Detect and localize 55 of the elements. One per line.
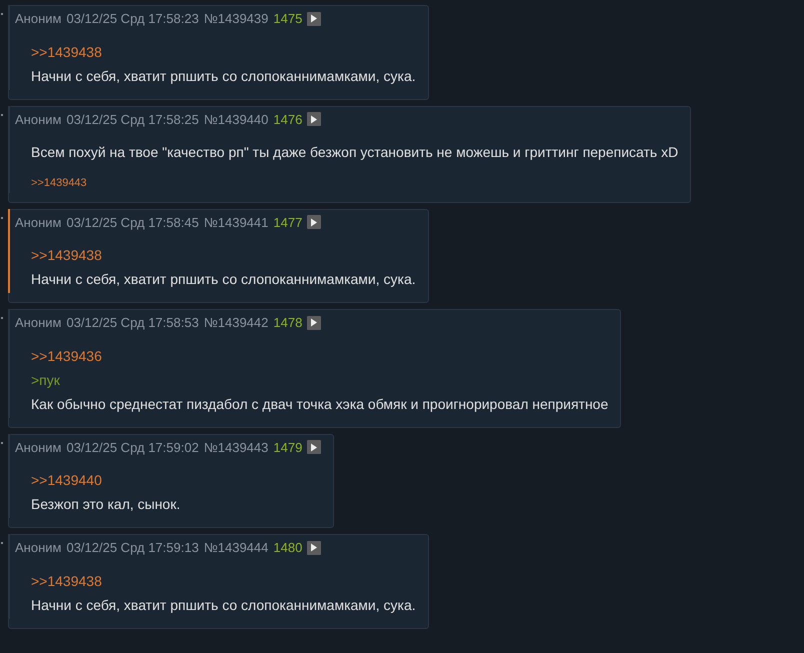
post-date: 03/12/25 Срд 17:59:02 <box>66 438 199 457</box>
post-count: 1477 <box>273 214 302 232</box>
post-count: 1479 <box>273 438 302 456</box>
post-count: 1478 <box>273 314 302 332</box>
play-button[interactable] <box>307 12 322 26</box>
play-button[interactable] <box>307 316 322 330</box>
post-text: Как обычно среднестат пиздабол с двач точка хэка обмяк и проигнорировал неприятное <box>31 396 608 412</box>
post-text: Всем похуй на твое "качество рп" ты даже безжоп установить не можешь и гриттинг переписать xD <box>31 144 678 160</box>
post-text: Начни с себя, хватит рпшить со слопоканнимамками, сука. <box>31 271 416 287</box>
play-icon <box>310 442 318 452</box>
post-count: 1476 <box>273 110 302 128</box>
play-icon <box>310 218 318 227</box>
play-icon <box>310 114 318 124</box>
post-marker-icon <box>1 114 3 116</box>
poster-name: Аноним <box>15 214 62 232</box>
post-number[interactable]: №1439443 <box>204 438 268 457</box>
post-marker-icon <box>1 542 3 544</box>
post-marker-icon <box>1 216 3 218</box>
post-date: 03/12/25 Срд 17:58:53 <box>66 314 199 332</box>
post-date: 03/12/25 Срд 17:59:13 <box>66 539 199 557</box>
play-icon <box>310 14 318 24</box>
play-icon <box>310 543 318 552</box>
play-icon <box>310 318 318 328</box>
reply-link[interactable]: >>1439438 <box>31 44 102 60</box>
poster-name: Аноним <box>15 110 62 128</box>
post-marker-icon <box>1 317 3 319</box>
post-text: Начни с себя, хватит рпшить со слопоканнимамками, сука. <box>31 68 416 84</box>
play-button[interactable] <box>307 540 322 555</box>
quote-text: >пук <box>31 372 60 388</box>
play-button[interactable] <box>307 440 322 454</box>
post-date: 03/12/25 Срд 17:58:25 <box>66 110 199 129</box>
post-date: 03/12/25 Срд 17:58:45 <box>66 214 199 232</box>
reply-link[interactable]: >>1439436 <box>31 348 102 364</box>
post-number[interactable]: №1439444 <box>204 538 268 558</box>
post-number[interactable]: №1439439 <box>204 9 268 28</box>
play-button[interactable] <box>307 215 322 230</box>
backlink[interactable]: >>1439443 <box>31 175 87 192</box>
post-marker-icon <box>1 13 3 15</box>
post-text: Безжоп это кал, сынок. <box>31 496 180 512</box>
post-marker-icon <box>1 442 3 444</box>
post-number[interactable]: №1439441 <box>204 212 268 232</box>
post-number[interactable]: №1439440 <box>204 110 268 129</box>
reply-link[interactable]: >>1439438 <box>31 247 102 263</box>
poster-name: Аноним <box>15 314 62 332</box>
post-date: 03/12/25 Срд 17:58:23 <box>66 10 199 28</box>
poster-name: Аноним <box>15 438 62 456</box>
play-button[interactable] <box>307 112 322 126</box>
reply-link[interactable]: >>1439438 <box>31 572 102 588</box>
post-count: 1480 <box>273 539 302 557</box>
reply-link[interactable]: >>1439440 <box>31 472 102 488</box>
poster-name: Аноним <box>15 539 62 557</box>
post-count: 1475 <box>273 10 302 28</box>
post-text: Начни с себя, хватит рпшить со слопоканнимамками, сука. <box>31 596 416 612</box>
poster-name: Аноним <box>15 10 62 28</box>
post-number[interactable]: №1439442 <box>204 313 268 332</box>
